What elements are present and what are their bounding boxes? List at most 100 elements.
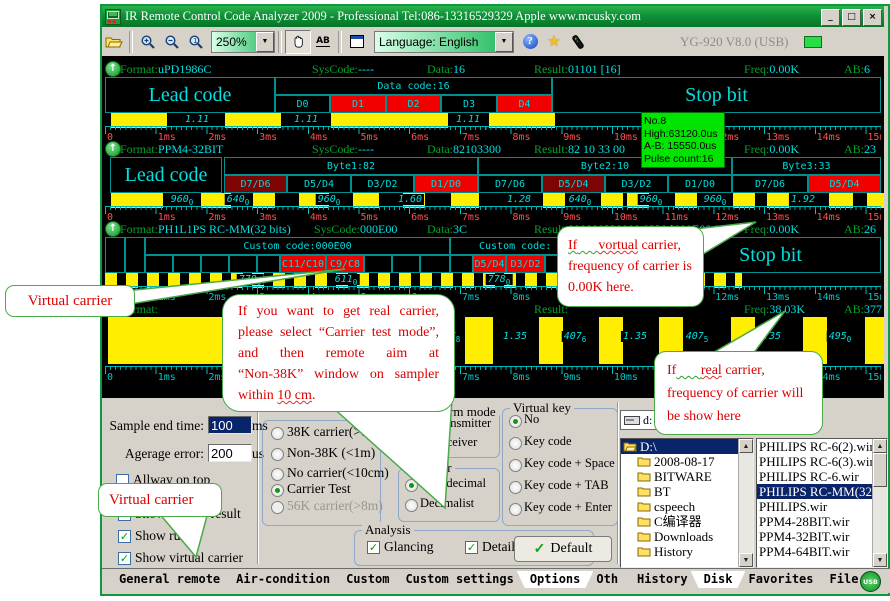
title-bar[interactable]: IR Remote Control Code Analyzer 2009 - P… [102, 6, 884, 27]
tab-history[interactable]: History [624, 571, 701, 588]
file-scrollbar[interactable]: ▲ ▼ [872, 439, 887, 567]
as-transmitter-radio[interactable] [405, 419, 418, 432]
carrier-none-radio[interactable] [271, 468, 284, 481]
zoom-in-button[interactable] [136, 31, 160, 53]
file-item[interactable]: PPM4-28BIT.wir [757, 514, 887, 529]
folder-item[interactable]: Downloads [621, 529, 753, 544]
dropdown-arrow-icon[interactable]: ▼ [256, 32, 274, 52]
vkey-enter-radio[interactable] [509, 503, 522, 516]
zoom-actual-button[interactable]: 1 [184, 31, 208, 53]
vkey-no-label: No [524, 412, 539, 427]
collapse-up-icon[interactable]: ↑ [105, 141, 121, 157]
remote-button[interactable] [566, 31, 590, 53]
average-error-input[interactable] [208, 444, 252, 462]
zoom-level-value: 250% [212, 35, 256, 49]
decimalist-radio[interactable] [405, 499, 418, 512]
window-view-button[interactable] [345, 31, 369, 53]
result-label: Result: [534, 62, 568, 76]
format-label: Format: [120, 62, 158, 76]
vkey-tab-radio[interactable] [509, 481, 522, 494]
vkey-keycode-radio[interactable] [509, 437, 522, 450]
pan-tool-button[interactable] [285, 30, 311, 54]
maximize-button[interactable]: □ [842, 9, 861, 26]
scroll-up-arrow[interactable]: ▲ [739, 439, 753, 453]
language-select[interactable]: Language: English ▼ [374, 31, 514, 53]
folder-item[interactable]: cspeech [621, 499, 753, 514]
open-file-button[interactable] [102, 31, 126, 53]
byte-band: Byte1:82 [224, 157, 478, 175]
file-item[interactable]: PHILIPS RC-6.wir [757, 469, 887, 484]
folder-item[interactable]: C编译器 [621, 514, 753, 529]
hexadecimal-radio[interactable] [405, 479, 418, 492]
close-button[interactable]: × [863, 9, 882, 26]
collapse-up-icon[interactable]: ↑ [105, 221, 121, 237]
virtual-key-title: Virtual key [510, 400, 574, 416]
decimalist-label: Decimalist [420, 496, 474, 511]
as-receiver-radio[interactable] [405, 438, 418, 451]
dropdown-arrow-icon[interactable]: ▼ [495, 32, 513, 52]
carrier-non38k-radio[interactable] [271, 448, 284, 461]
virtual-carrier-callout-left: Virtual carrier [5, 285, 135, 317]
carrier-56k-radio[interactable] [271, 501, 284, 514]
ab-value: 377 [864, 302, 882, 316]
help-button[interactable]: ? [518, 31, 542, 53]
scroll-up-arrow[interactable]: ▲ [873, 439, 887, 453]
vkey-keycode-label: Key code [524, 434, 572, 449]
bit-cell: D1/D0 [414, 175, 478, 193]
file-item[interactable]: PHILIPS RC-MM(32 b [757, 484, 887, 499]
file-item[interactable]: PHILIPS.wir [757, 499, 887, 514]
show-virtual-carrier-checkbox[interactable]: ✓ [118, 552, 131, 565]
folder-item[interactable]: BT [621, 484, 753, 499]
vkey-space-radio[interactable] [509, 459, 522, 472]
bit-cell: D3 [441, 95, 497, 113]
zoom-out-button[interactable] [160, 31, 184, 53]
tab-options[interactable]: Options [517, 571, 594, 588]
format-label: Format: [120, 142, 158, 156]
file-item[interactable]: PHILIPS RC-6(2).wir [757, 439, 887, 454]
tab-favorites[interactable]: Favorites [735, 571, 826, 588]
folder-item[interactable]: D:\ [621, 439, 753, 454]
folder-item[interactable]: 2008-08-17 [621, 454, 753, 469]
svg-text:1: 1 [193, 37, 197, 45]
folder-icon [637, 546, 651, 557]
tab-air-condition[interactable]: Air-condition [223, 571, 343, 588]
folder-item[interactable]: BITWARE [621, 469, 753, 484]
average-error-label: Agerage error: [102, 446, 204, 462]
folder-scrollbar[interactable]: ▲ ▼ [738, 439, 753, 567]
tab-custom[interactable]: Custom [333, 571, 402, 588]
tab-custom-settings[interactable]: Custom settings [392, 571, 526, 588]
show-ruler-checkbox[interactable]: ✓ [118, 530, 131, 543]
default-button[interactable]: ✓ Default [514, 536, 612, 562]
favorites-button[interactable]: ★ [542, 31, 566, 53]
carrier-38k-radio[interactable] [271, 427, 284, 440]
scroll-down-arrow[interactable]: ▼ [739, 553, 753, 567]
file-item[interactable]: PPM4-32BIT.wir [757, 529, 887, 544]
hexadecimal-label: Hexadecimal [420, 476, 486, 491]
carrier-test-radio[interactable] [271, 484, 284, 497]
usb-status-indicator: USB [860, 571, 881, 592]
minimize-button[interactable]: _ [821, 9, 840, 26]
zoom-level-select[interactable]: 250% ▼ [211, 31, 275, 53]
detailed-checkbox[interactable]: ✓ [465, 541, 478, 554]
file-item[interactable]: PHILIPS RC-6(3).wir [757, 454, 887, 469]
waveform-mode-group: Waveform mode As transmitter As receiver [398, 412, 500, 458]
bit-cell [392, 255, 420, 273]
collapse-up-icon[interactable]: ↑ [105, 61, 121, 77]
ab-measure-button[interactable]: AB [311, 31, 335, 53]
app-icon [105, 9, 121, 25]
bit-cell: D5/D4 [808, 175, 881, 193]
virtual-carrier-callout-bottom: Virtual carrier [98, 483, 222, 517]
tab-disk[interactable]: Disk [691, 571, 746, 588]
signal-panel-upd1986c: ↑ Format:uPD1986C SysCode:---- Data:16 R… [102, 60, 884, 140]
as-transmitter-label: As transmitter [420, 416, 491, 431]
time-ruler: 01ms2ms3ms4ms5ms6ms7ms8ms9ms10ms11ms12ms… [105, 286, 881, 300]
scroll-down-arrow[interactable]: ▼ [873, 553, 887, 567]
tab-general-remote[interactable]: General remote [106, 571, 233, 588]
vkey-no-radio[interactable] [509, 415, 522, 428]
file-item[interactable]: PPM4-64BIT.wir [757, 544, 887, 559]
sample-end-time-input[interactable] [208, 416, 252, 434]
scrollbar-thumb[interactable] [873, 453, 887, 487]
folder-item[interactable]: History [621, 544, 753, 559]
format-value: PH1L1PS RC-MM(32 bits) [158, 222, 291, 236]
glancing-checkbox[interactable]: ✓ [367, 541, 380, 554]
